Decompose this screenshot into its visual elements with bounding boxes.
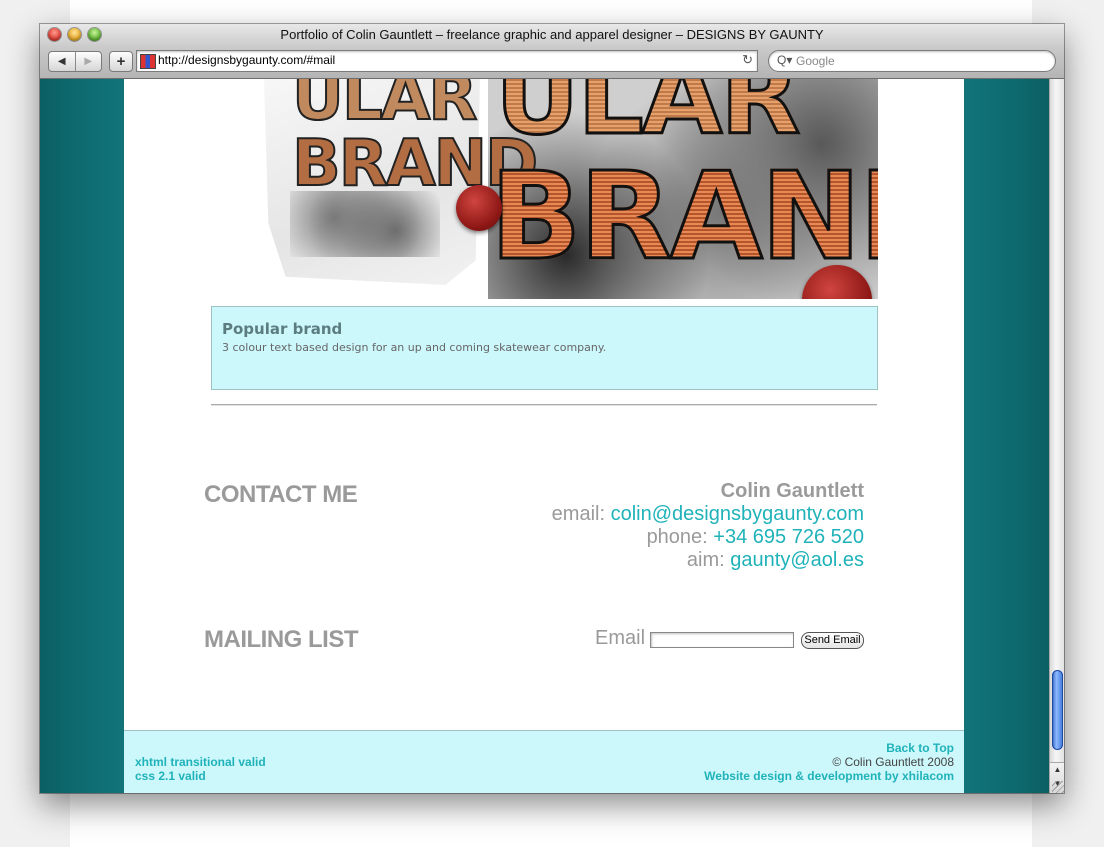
scrollbar-thumb[interactable] [1052, 670, 1063, 750]
mailing-email-label: Email [595, 627, 646, 649]
phone-label: phone: [646, 526, 708, 548]
back-button[interactable]: ◀ [49, 52, 75, 71]
css-valid-link[interactable]: css 2.1 valid [135, 769, 266, 783]
scroll-up-icon[interactable]: ▲ [1050, 763, 1064, 777]
right-side-background [964, 79, 1049, 793]
project-description: 3 colour text based design for an up and… [222, 341, 607, 354]
designer-credit-link[interactable]: Website design & development by xhilacom [704, 769, 954, 783]
wax-seal-icon [456, 185, 502, 231]
add-bookmark-button[interactable]: + [109, 51, 133, 72]
tshirt-art-text-line1: ULAR [291, 79, 479, 135]
footer-validation: xhtml transitional valid css 2.1 valid [135, 755, 266, 783]
contact-heading: CONTACT ME [204, 481, 358, 508]
project-caption: Popular brand 3 colour text based design… [211, 306, 878, 390]
forward-button[interactable]: ▶ [74, 52, 102, 71]
page-viewport: ULAR BRAND ULAR BRAND Popular brand 3 co… [40, 79, 1049, 793]
plus-icon: + [116, 53, 126, 70]
vertical-scrollbar[interactable]: ▲ ▼ [1049, 79, 1064, 793]
page-footer: xhtml transitional valid css 2.1 valid B… [124, 730, 964, 793]
browser-toolbar: Portfolio of Colin Gauntlett – freelance… [40, 24, 1064, 79]
artwork-text-line1: ULAR [493, 79, 801, 151]
send-email-button[interactable]: Send Email [801, 632, 864, 649]
project-title: Popular brand [222, 320, 343, 338]
aim-label: aim: [686, 549, 725, 571]
contact-aim-row: aim: gaunty@aol.es [552, 549, 864, 572]
artwork-text-line2: BRAND [489, 156, 878, 279]
url-text: http://designsbygaunty.com/#mail [158, 53, 336, 67]
aim-value: gaunty@aol.es [730, 549, 864, 571]
back-arrow-icon: ◀ [57, 56, 66, 67]
contact-email-row: email: colin@designsbygaunty.com [552, 503, 864, 526]
search-icon[interactable]: Q▾ [777, 53, 792, 67]
search-field[interactable]: Q▾ Google [768, 50, 1056, 72]
browser-window: Portfolio of Colin Gauntlett – freelance… [40, 24, 1064, 793]
window-title: Portfolio of Colin Gauntlett – freelance… [280, 27, 824, 42]
back-forward-control: ◀ ▶ [48, 51, 102, 72]
resize-grip-icon[interactable] [1052, 781, 1064, 793]
contact-name: Colin Gauntlett [720, 480, 864, 502]
email-link[interactable]: colin@designsbygaunty.com [611, 503, 864, 525]
portfolio-image: ULAR BRAND ULAR BRAND [210, 79, 878, 299]
page-content: ULAR BRAND ULAR BRAND Popular brand 3 co… [124, 79, 964, 793]
mailing-email-input[interactable] [650, 632, 794, 648]
xhtml-valid-link[interactable]: xhtml transitional valid [135, 755, 266, 769]
contact-phone-row: phone: +34 695 726 520 [552, 526, 864, 549]
email-label: email: [551, 503, 606, 525]
phone-value: +34 695 726 520 [713, 526, 864, 548]
search-placeholder: Google [796, 54, 835, 68]
back-to-top-link[interactable]: Back to Top [704, 741, 954, 755]
footer-credits: Back to Top © Colin Gauntlett 2008 Websi… [704, 741, 954, 783]
reload-icon[interactable]: ↻ [742, 52, 753, 68]
forward-arrow-icon: ▶ [84, 56, 93, 67]
copyright-text: © Colin Gauntlett 2008 [832, 755, 954, 769]
contact-details: Colin Gauntlett email: colin@designsbyga… [552, 480, 864, 572]
mailing-list-heading: MAILING LIST [204, 626, 358, 653]
site-favicon-icon [140, 54, 156, 69]
address-bar[interactable]: http://designsbygaunty.com/#mail ↻ [136, 50, 758, 72]
section-divider [211, 404, 877, 406]
